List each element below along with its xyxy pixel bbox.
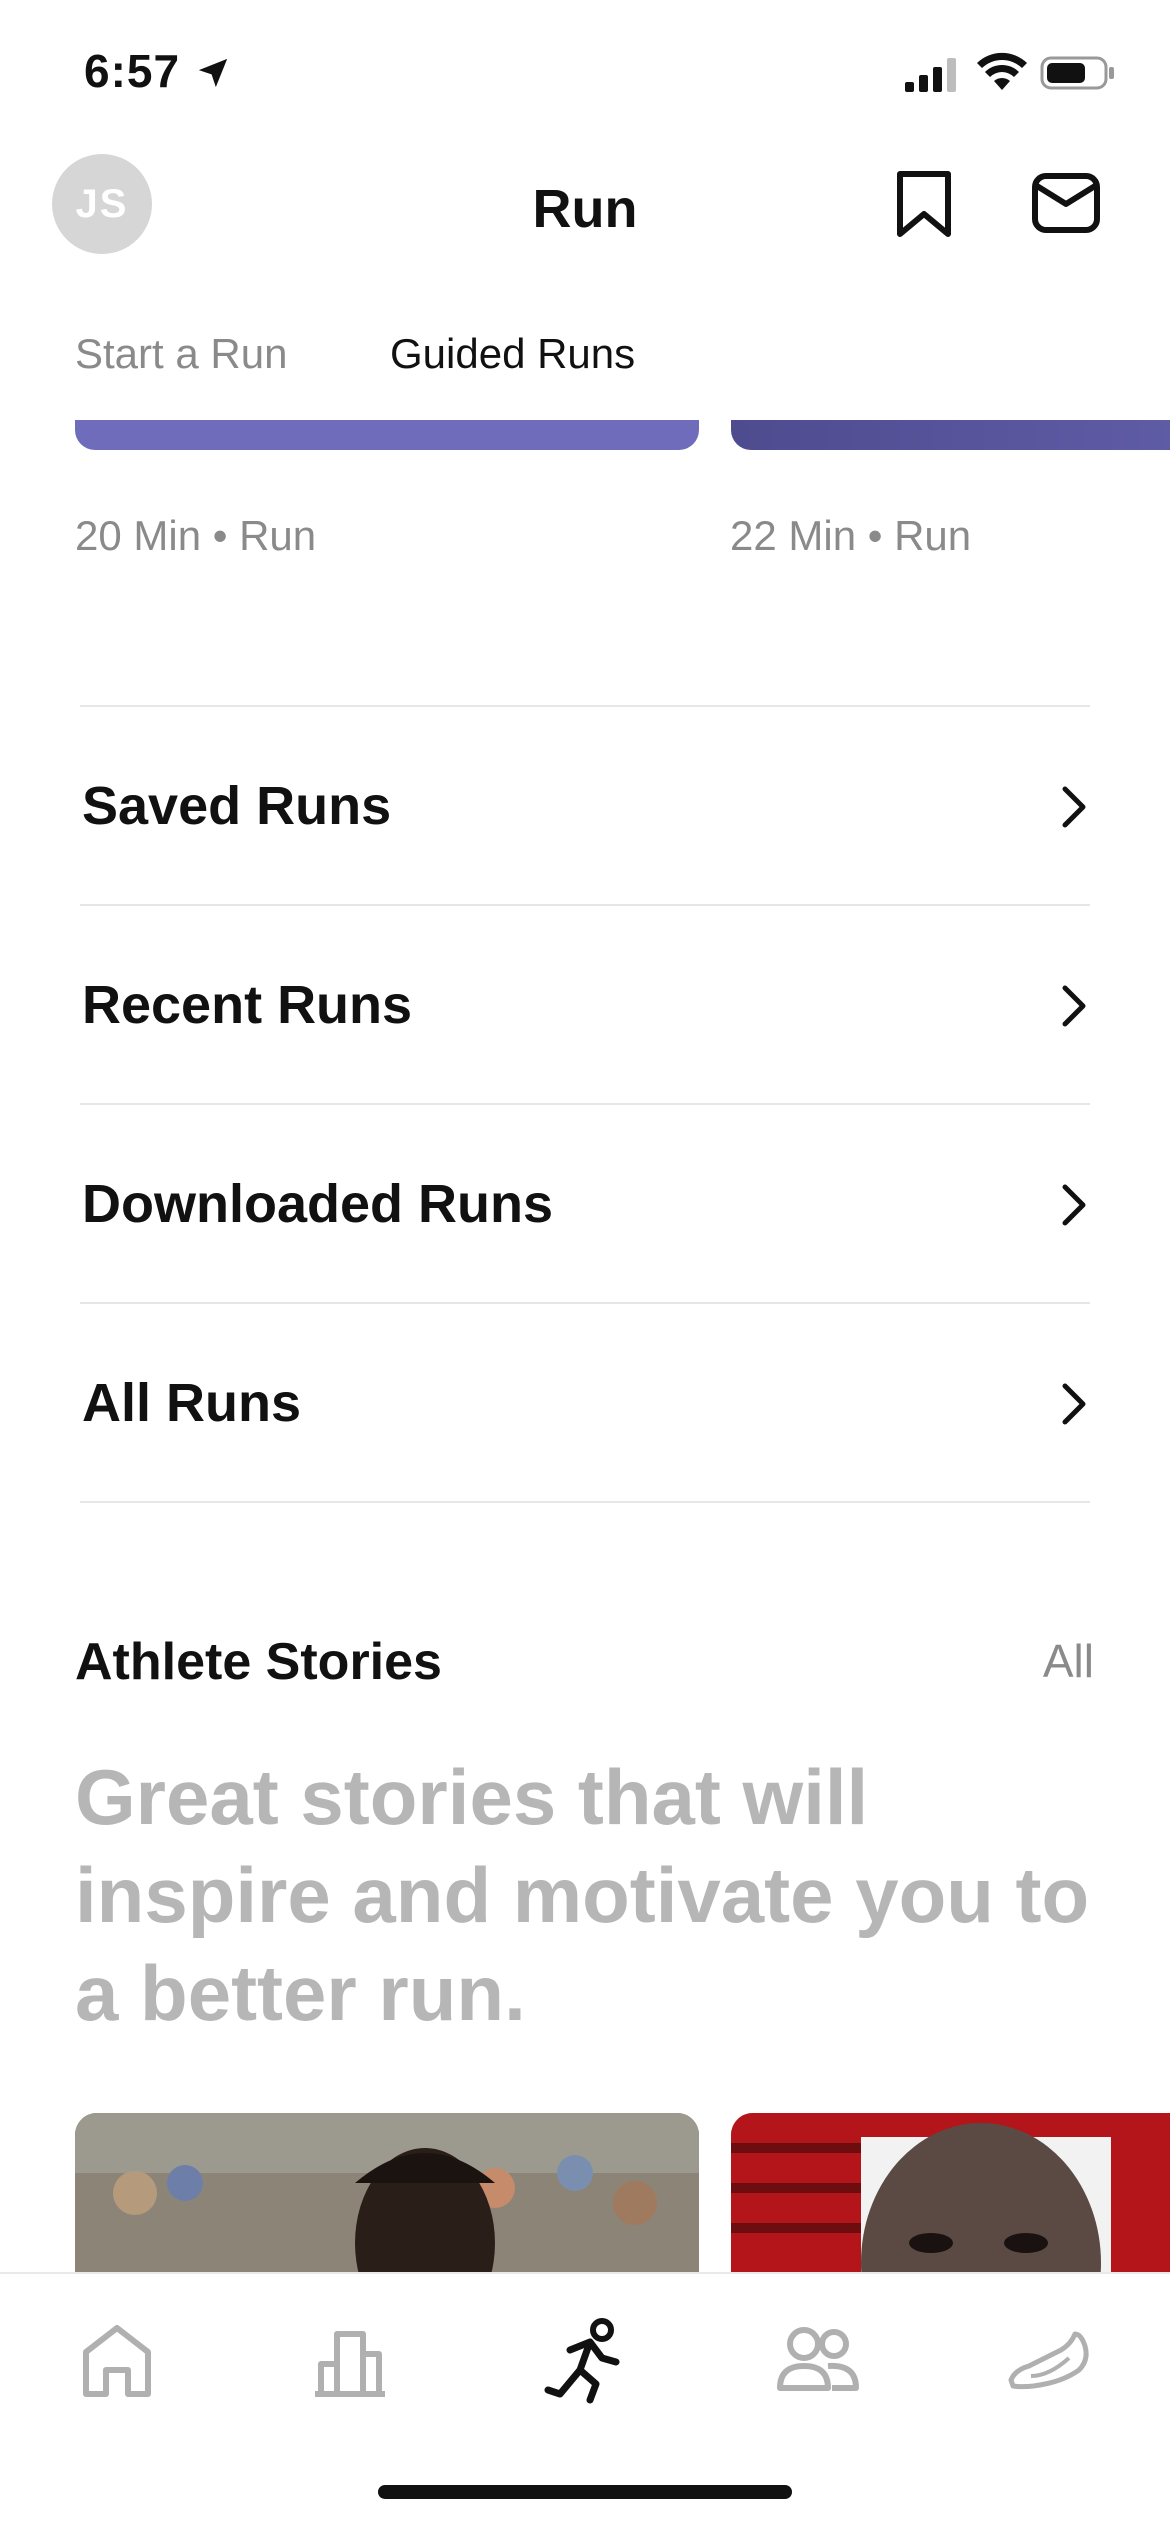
list-item-all-runs[interactable]: All Runs (80, 1302, 1090, 1503)
list-item-saved-runs[interactable]: Saved Runs (80, 705, 1090, 904)
section-title: Athlete Stories (75, 1633, 442, 1691)
wifi-icon (977, 52, 1027, 90)
guided-run-card-image[interactable] (75, 420, 699, 450)
location-arrow-icon (198, 58, 228, 88)
list-item-recent-runs[interactable]: Recent Runs (80, 904, 1090, 1103)
athlete-photo (75, 2113, 699, 2273)
chevron-right-icon (1062, 786, 1086, 828)
app-header: JS Run (0, 140, 1170, 280)
tab-start-a-run[interactable]: Start a Run (75, 330, 287, 378)
runs-list: Saved Runs Recent Runs Downloaded Runs A… (80, 705, 1090, 1503)
athlete-photo (731, 2113, 1170, 2273)
chevron-right-icon (1062, 985, 1086, 1027)
list-item-downloaded-runs[interactable]: Downloaded Runs (80, 1103, 1090, 1302)
tab-guided-runs[interactable]: Guided Runs (390, 330, 635, 378)
guided-run-card-image[interactable] (731, 420, 1170, 450)
home-indicator (378, 2485, 792, 2499)
chevron-right-icon (1062, 1383, 1086, 1425)
story-card-image[interactable] (731, 2113, 1170, 2273)
see-all-link[interactable]: All (1043, 1634, 1094, 1688)
home-icon[interactable] (72, 2314, 162, 2404)
run-tabs: Start a Run Guided Runs (0, 320, 1170, 400)
run-icon[interactable] (540, 2314, 630, 2404)
chevron-right-icon (1062, 1184, 1086, 1226)
story-card-image[interactable] (75, 2113, 699, 2273)
battery-icon (1040, 56, 1114, 90)
shoe-icon[interactable] (1005, 2314, 1095, 2404)
section-description: Great stories that will inspire and moti… (75, 1753, 1090, 2037)
list-item-label: Downloaded Runs (82, 1174, 553, 1234)
signal-icon (905, 58, 956, 92)
mail-icon[interactable] (1030, 170, 1102, 236)
list-item-label: All Runs (82, 1373, 302, 1433)
club-icon[interactable] (772, 2314, 862, 2404)
card-meta: 20 Min • Run (75, 512, 317, 559)
activity-icon[interactable] (305, 2314, 395, 2404)
page-title: Run (532, 179, 638, 239)
bookmark-icon[interactable] (890, 168, 958, 240)
list-item-label: Saved Runs (82, 776, 392, 836)
card-meta: 22 Min • Run (730, 512, 972, 559)
list-item-label: Recent Runs (82, 975, 413, 1035)
status-bar: 6:57 (0, 0, 1170, 140)
status-time: 6:57 (84, 45, 181, 97)
